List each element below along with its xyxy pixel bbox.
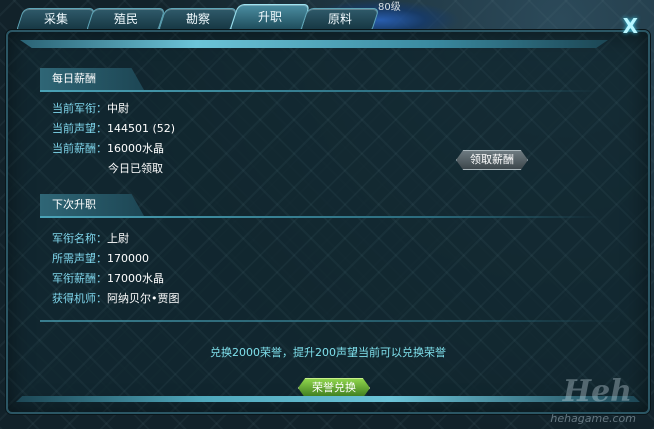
close-icon[interactable]: X [623, 14, 638, 38]
mechanic-value: 阿纳贝尔•贾图 [107, 292, 180, 305]
daily-salary-heading: 每日薪酬 [40, 68, 144, 90]
site-logo: Heh [562, 374, 632, 409]
panel-top-bar [20, 40, 608, 48]
current-fame-row: 当前声望：144501 (52) [52, 120, 175, 136]
promotion-panel: X 每日薪酬 当前军衔：中尉 当前声望：144501 (52) 当前薪酬：160… [6, 14, 650, 414]
next-rank-label: 军衔名称： [52, 232, 107, 245]
tab-colonize[interactable]: 殖民 [86, 8, 166, 30]
rank-salary-value: 17000水晶 [107, 272, 164, 285]
current-salary-row: 当前薪酬：16000水晶 [52, 140, 164, 156]
next-rank-row: 军衔名称：上尉 [52, 230, 129, 246]
current-rank-label: 当前军衔： [52, 102, 107, 115]
divider [40, 320, 620, 322]
current-rank-value: 中尉 [107, 102, 129, 115]
current-fame-value: 144501 (52) [107, 122, 176, 135]
watermark: hehagame.com [550, 412, 636, 425]
divider [40, 90, 600, 92]
tab-materials[interactable]: 原料 [300, 8, 380, 30]
required-fame-row: 所需声望：170000 [52, 250, 149, 266]
current-rank-row: 当前军衔：中尉 [52, 100, 129, 116]
world-level-label: 80级 [378, 2, 401, 13]
panel-bottom-bar [16, 396, 640, 402]
tab-promotion[interactable]: 升职 [229, 4, 311, 30]
required-fame-value: 170000 [107, 252, 149, 265]
next-rank-value: 上尉 [107, 232, 129, 245]
rank-salary-row: 军衔薪酬：17000水晶 [52, 270, 164, 286]
claimed-status: 今日已领取 [108, 162, 163, 175]
claim-salary-button[interactable]: 领取薪酬 [456, 150, 528, 170]
honor-exchange-button[interactable]: 荣誉兑换 [298, 378, 370, 398]
current-salary-value: 16000水晶 [107, 142, 164, 155]
tab-survey[interactable]: 勘察 [158, 8, 238, 30]
divider [40, 216, 600, 218]
next-promotion-heading: 下次升职 [40, 194, 144, 216]
current-fame-label: 当前声望： [52, 122, 107, 135]
required-fame-label: 所需声望： [52, 252, 107, 265]
exchange-notice: 兑换2000荣誉，提升200声望当前可以兑换荣誉 [210, 346, 446, 359]
current-salary-label: 当前薪酬： [52, 142, 107, 155]
mechanic-label: 获得机师： [52, 292, 107, 305]
mechanic-row: 获得机师：阿纳贝尔•贾图 [52, 290, 180, 306]
tab-collect[interactable]: 采集 [16, 8, 96, 30]
rank-salary-label: 军衔薪酬： [52, 272, 107, 285]
